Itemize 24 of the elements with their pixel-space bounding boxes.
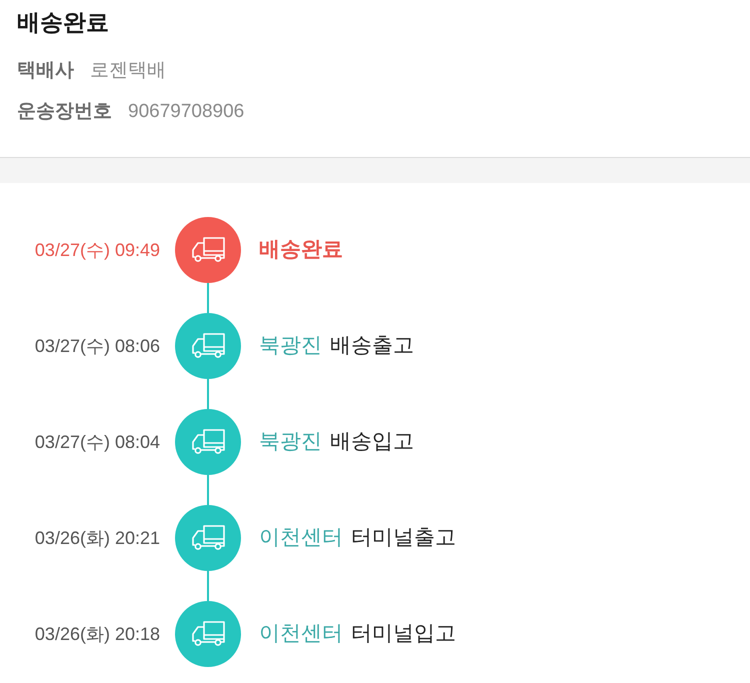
info-value: 90679708906 xyxy=(128,100,244,124)
event-time: 03/26(화) 20:18 xyxy=(34,622,160,646)
event-time: 03/27(수) 08:06 xyxy=(34,334,160,358)
event-location: 북광진 xyxy=(259,429,322,456)
event-status: 터미널입고 xyxy=(351,621,456,648)
event-status: 터미널출고 xyxy=(351,525,456,552)
event-status: 배송출고 xyxy=(330,333,414,360)
event-status: 배송완료 xyxy=(259,237,343,264)
event-location: 이천센터 xyxy=(259,525,343,552)
truck-icon xyxy=(191,429,225,455)
page-title: 배송완료 xyxy=(17,8,110,37)
truck-icon xyxy=(191,621,225,647)
event-time: 03/26(화) 20:21 xyxy=(34,526,160,550)
truck-icon xyxy=(191,237,225,263)
truck-icon xyxy=(191,525,225,551)
event-time: 03/27(수) 09:49 xyxy=(34,238,160,262)
event-location: 북광진 xyxy=(259,333,322,360)
truck-icon xyxy=(191,333,225,359)
info-value: 로젠택배 xyxy=(90,59,166,83)
info-label: 택배사 xyxy=(17,59,74,83)
event-status: 배송입고 xyxy=(330,429,414,456)
event-time: 03/27(수) 08:04 xyxy=(34,430,160,454)
info-label: 운송장번호 xyxy=(17,100,112,124)
event-location: 이천센터 xyxy=(259,621,343,648)
